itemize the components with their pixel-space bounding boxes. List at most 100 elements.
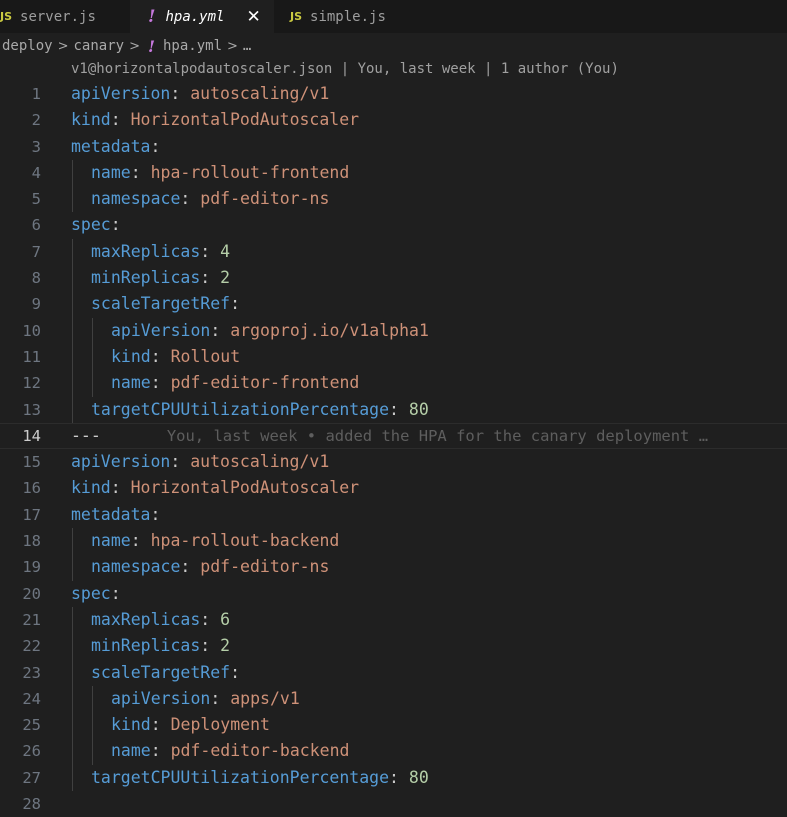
yaml-key: name	[91, 531, 131, 551]
yaml-key: apiVersion	[71, 84, 171, 103]
code-content: kind: HorizontalPodAutoscaler	[71, 475, 359, 501]
code-editor[interactable]: 1 apiVersion: autoscaling/v1 2 kind: Horizo…	[0, 81, 787, 817]
breadcrumb-item-symbols[interactable]: …	[243, 38, 251, 54]
colon: :	[230, 294, 241, 314]
code-line[interactable]: 2 kind: HorizontalPodAutoscaler	[0, 107, 787, 133]
line-number: 24	[22, 689, 41, 708]
line-number: 27	[22, 768, 41, 787]
line-number: 18	[22, 532, 41, 551]
indent-guide	[72, 554, 73, 581]
indent-guide	[92, 343, 93, 371]
code-line[interactable]: 26 name: pdf-editor-backend	[0, 738, 787, 765]
code-line[interactable]: 3 metadata:	[0, 134, 787, 160]
yaml-string-value: argoproj.io/v1alpha1	[230, 320, 429, 340]
line-number: 25	[22, 716, 41, 735]
code-line[interactable]: 15 apiVersion: autoscaling/v1	[0, 449, 787, 475]
colon: :	[110, 583, 121, 603]
yaml-key: kind	[71, 478, 111, 498]
line-number: 28	[22, 795, 41, 814]
code-line[interactable]: 22 minReplicas: 2	[0, 633, 787, 660]
editor-tab-bar: JS server.js ! hpa.yml ✕ JS simple.js	[0, 0, 787, 33]
yaml-key: minReplicas	[91, 268, 201, 288]
code-line[interactable]: 1 apiVersion: autoscaling/v1	[0, 81, 787, 107]
code-content: maxReplicas: 4	[91, 239, 230, 265]
code-line[interactable]: 14 --- You, last week • added the HPA for …	[0, 423, 787, 449]
code-line[interactable]: 17 metadata:	[0, 502, 787, 528]
code-line[interactable]: 4 name: hpa-rollout-frontend	[0, 159, 787, 187]
breadcrumb-item-file[interactable]: hpa.yml	[163, 38, 222, 54]
breadcrumb: deploy > canary > ! hpa.yml > …	[2, 34, 251, 58]
code-line[interactable]: 5 namespace: pdf-editor-ns	[0, 186, 787, 213]
yaml-key: apiVersion	[111, 320, 211, 340]
codelens-info[interactable]: v1@horizontalpodautoscaler.json | You, l…	[71, 58, 619, 80]
code-line[interactable]: 12 name: pdf-editor-frontend	[0, 370, 787, 397]
code-line[interactable]: 23 scaleTargetRef:	[0, 659, 787, 686]
breadcrumb-item-deploy[interactable]: deploy	[2, 38, 53, 54]
code-content: targetCPUUtilizationPercentage: 80	[91, 397, 429, 423]
code-line[interactable]: 10 apiVersion: argoproj.io/v1alpha1	[0, 317, 787, 344]
yaml-key: metadata	[71, 136, 151, 156]
yaml-key: name	[91, 162, 131, 182]
line-number: 6	[31, 216, 41, 235]
indent-guide	[72, 186, 73, 213]
code-line[interactable]: 21 maxReplicas: 6	[0, 606, 787, 634]
yaml-string-value: apps/v1	[230, 688, 300, 708]
yaml-key: scaleTargetRef	[91, 662, 231, 682]
code-content: name: hpa-rollout-frontend	[91, 160, 349, 186]
line-number: 13	[22, 400, 41, 419]
indent-guide	[92, 317, 93, 344]
document-separator: ---	[71, 425, 101, 445]
chevron-right-icon: >	[57, 38, 69, 54]
yaml-number-value: 2	[220, 636, 231, 656]
colon: :	[150, 373, 171, 393]
code-line[interactable]: 28	[0, 791, 787, 817]
yaml-string-value: pdf-editor-ns	[200, 557, 330, 577]
code-line[interactable]: 24 apiVersion: apps/v1	[0, 685, 787, 713]
yaml-key: scaleTargetRef	[91, 294, 231, 314]
yaml-string-value: pdf-editor-backend	[170, 741, 350, 761]
indent-guide	[72, 343, 73, 371]
tab-simple-js[interactable]: JS simple.js	[274, 0, 416, 33]
yaml-key: kind	[111, 715, 151, 735]
yaml-key: spec	[71, 215, 111, 235]
code-line[interactable]: 16 kind: HorizontalPodAutoscaler	[0, 475, 787, 501]
colon: :	[150, 741, 171, 761]
colon: :	[200, 636, 221, 656]
code-line[interactable]: 8 minReplicas: 2	[0, 265, 787, 292]
breadcrumb-item-canary[interactable]: canary	[73, 38, 124, 54]
close-icon[interactable]: ✕	[246, 7, 260, 27]
yaml-number-value: 6	[220, 609, 231, 629]
code-line[interactable]: 7 maxReplicas: 4	[0, 238, 787, 266]
indent-guide	[72, 633, 73, 660]
line-number: 12	[22, 374, 41, 393]
code-line[interactable]: 11 kind: Rollout	[0, 343, 787, 371]
line-number: 5	[31, 190, 41, 209]
tab-hpa-yml[interactable]: ! hpa.yml ✕	[130, 0, 274, 33]
code-line[interactable]: 19 namespace: pdf-editor-ns	[0, 554, 787, 581]
code-line[interactable]: 6 spec:	[0, 212, 787, 238]
indent-guide	[72, 159, 73, 187]
line-number: 3	[31, 137, 41, 156]
code-content: spec:	[71, 212, 121, 238]
code-line[interactable]: 20 spec:	[0, 581, 787, 607]
code-line[interactable]: 18 name: hpa-rollout-backend	[0, 528, 787, 555]
code-line[interactable]: 13 targetCPUUtilizationPercentage: 80	[0, 396, 787, 423]
js-file-icon: JS	[0, 10, 13, 23]
code-line[interactable]: 9 scaleTargetRef:	[0, 291, 787, 318]
code-content: targetCPUUtilizationPercentage: 80	[91, 765, 429, 791]
tab-server-js[interactable]: JS server.js	[0, 0, 130, 33]
yaml-key: metadata	[71, 504, 151, 524]
line-number: 11	[22, 347, 41, 366]
indent-guide	[72, 238, 73, 266]
yaml-key: kind	[71, 110, 111, 130]
code-line[interactable]: 27 targetCPUUtilizationPercentage: 80	[0, 764, 787, 792]
colon: :	[210, 688, 231, 708]
yaml-string-value: pdf-editor-frontend	[170, 373, 360, 393]
indent-guide	[72, 370, 73, 397]
code-content: kind: HorizontalPodAutoscaler	[71, 107, 359, 133]
yaml-key: minReplicas	[91, 636, 201, 656]
code-content: name: hpa-rollout-backend	[91, 528, 339, 554]
code-content: apiVersion: apps/v1	[111, 686, 300, 712]
yaml-string-value: Rollout	[170, 346, 241, 366]
code-line[interactable]: 25 kind: Deployment	[0, 712, 787, 739]
